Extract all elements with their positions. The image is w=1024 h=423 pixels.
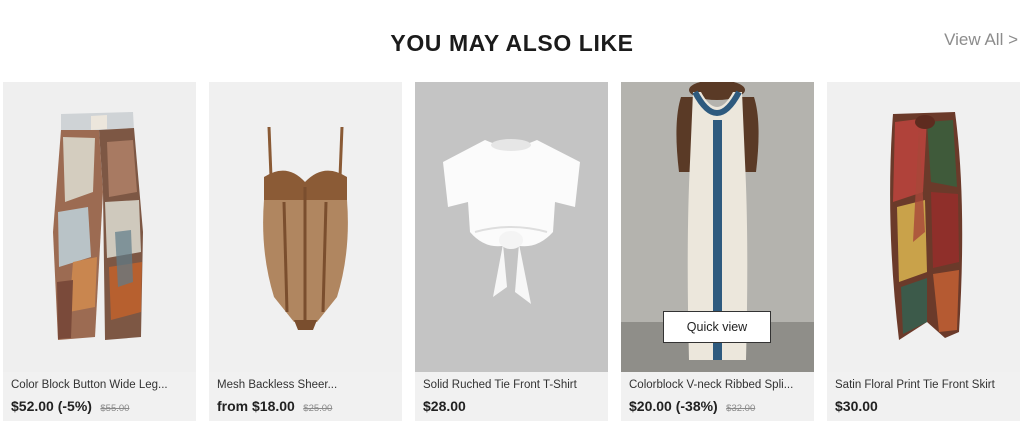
patchwork-pants-image [3,82,196,372]
view-all-link[interactable]: View All > [944,30,1018,50]
product-name[interactable]: Color Block Button Wide Leg... [11,379,189,391]
product-price: $20.00 (-38%) [629,398,718,414]
price-row: $20.00 (-38%) $32.00 [629,398,755,416]
product-info: Mesh Backless Sheer... from $18.00 $25.0… [209,372,402,421]
product-name[interactable]: Mesh Backless Sheer... [217,379,395,391]
product-price: from $18.00 [217,398,295,414]
original-price: $25.00 [303,403,333,414]
quick-view-button[interactable]: Quick view [663,311,771,343]
price-row: $28.00 [423,398,470,416]
product-price: $28.00 [423,398,466,414]
section-title: YOU MAY ALSO LIKE [390,30,634,56]
product-image[interactable]: Quick view [621,82,814,372]
floral-skirt-image [827,82,1020,372]
price-row: $30.00 [835,398,882,416]
original-price: $32.00 [726,403,756,414]
product-name[interactable]: Satin Floral Print Tie Front Skirt [835,379,1013,391]
product-card[interactable]: Satin Floral Print Tie Front Skirt $30.0… [827,82,1020,421]
product-image[interactable] [415,82,608,372]
price-row: from $18.00 $25.00 [217,398,332,416]
product-info: Satin Floral Print Tie Front Skirt $30.0… [827,372,1020,421]
mesh-bodysuit-image [209,82,402,372]
product-card[interactable]: Solid Ruched Tie Front T-Shirt $28.00 [415,82,608,421]
product-image[interactable] [209,82,402,372]
product-carousel: Color Block Button Wide Leg... $52.00 (-… [3,82,1021,421]
original-price: $55.00 [100,403,130,414]
product-price: $52.00 (-5%) [11,398,92,414]
section-header: YOU MAY ALSO LIKE View All > [0,0,1024,82]
product-info: Solid Ruched Tie Front T-Shirt $28.00 [415,372,608,421]
product-info: Colorblock V-neck Ribbed Spli... $20.00 … [621,372,814,421]
product-name[interactable]: Colorblock V-neck Ribbed Spli... [629,379,807,391]
product-image[interactable] [827,82,1020,372]
product-name[interactable]: Solid Ruched Tie Front T-Shirt [423,379,601,391]
product-image[interactable] [3,82,196,372]
product-card[interactable]: Color Block Button Wide Leg... $52.00 (-… [3,82,196,421]
product-price: $30.00 [835,398,878,414]
product-card[interactable]: Mesh Backless Sheer... from $18.00 $25.0… [209,82,402,421]
product-info: Color Block Button Wide Leg... $52.00 (-… [3,372,196,421]
white-tshirt-image [415,82,608,372]
price-row: $52.00 (-5%) $55.00 [11,398,129,416]
product-card[interactable]: Quick view Colorblock V-neck Ribbed Spli… [621,82,814,421]
